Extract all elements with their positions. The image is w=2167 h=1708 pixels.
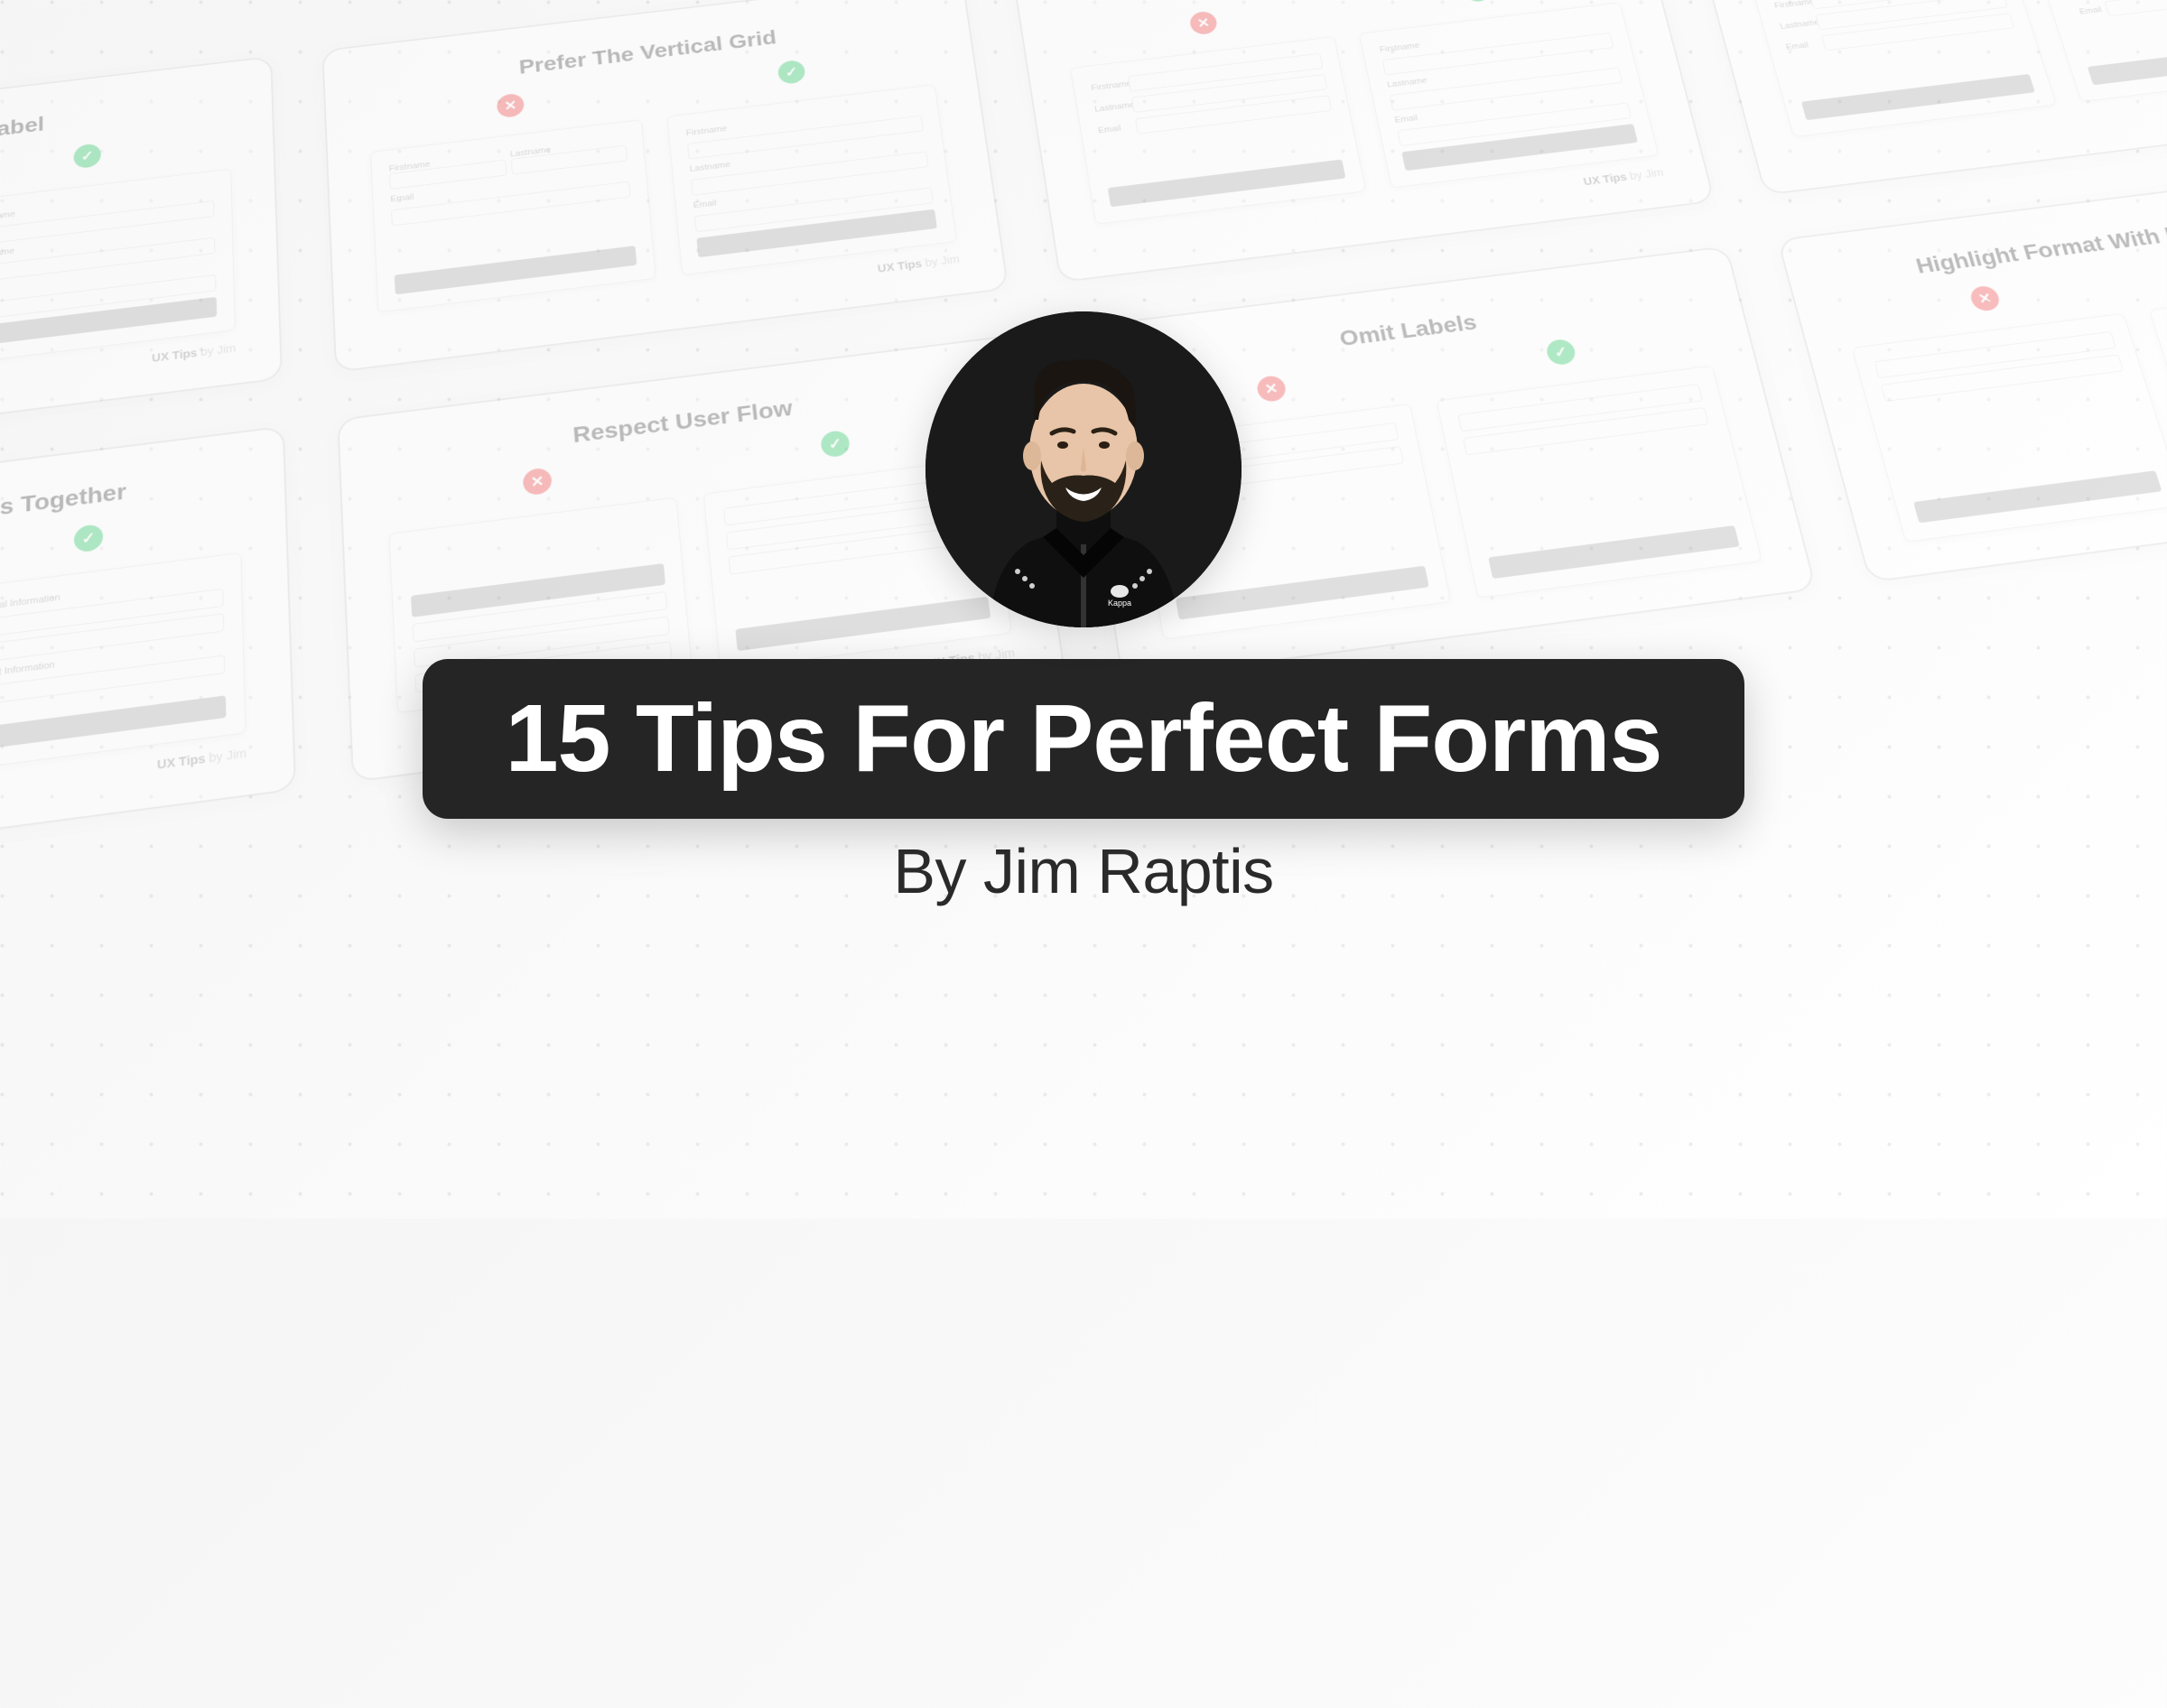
byline: By Jim Raptis — [893, 835, 1273, 907]
main-title: 15 Tips For Perfect Forms — [506, 685, 1662, 792]
main-content: Kappa 15 Tips — [0, 0, 2167, 1219]
title-box: 15 Tips For Perfect Forms — [423, 659, 1745, 819]
author-avatar: Kappa — [925, 311, 1242, 627]
svg-text:Kappa: Kappa — [1108, 599, 1131, 608]
